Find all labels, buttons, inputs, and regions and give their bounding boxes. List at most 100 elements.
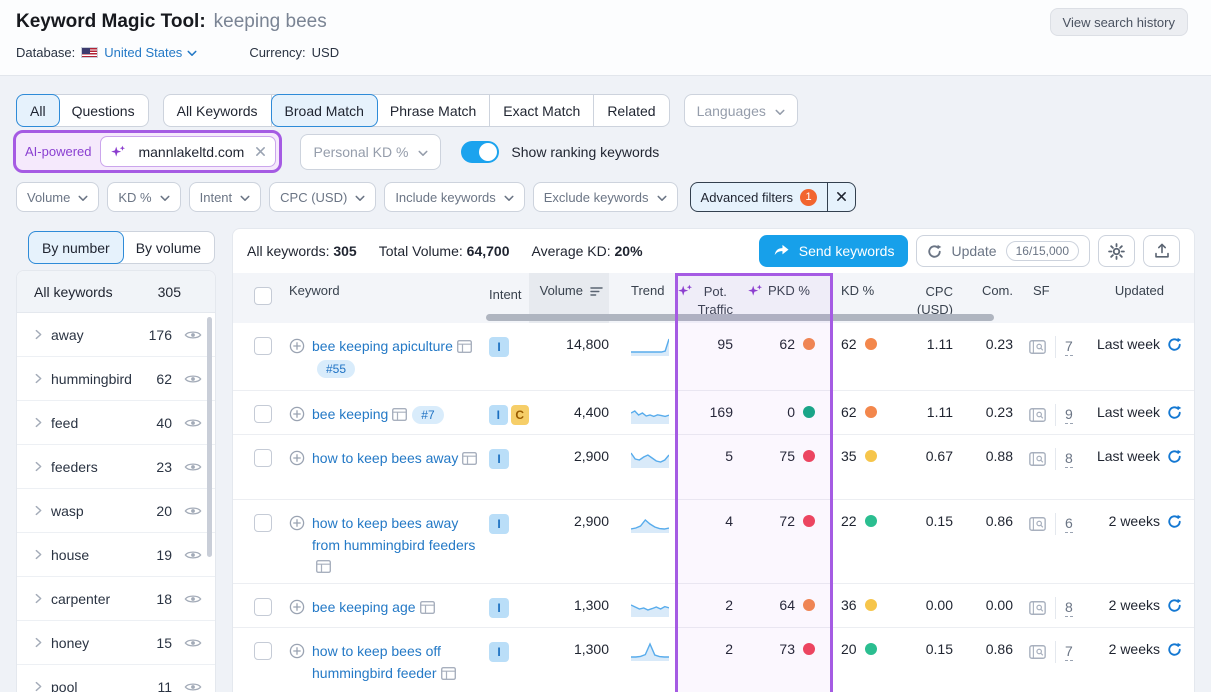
eye-icon[interactable]	[184, 593, 202, 605]
sf-count[interactable]: 6	[1065, 515, 1073, 533]
tab-questions[interactable]: Questions	[59, 95, 148, 126]
refresh-icon[interactable]	[1167, 514, 1182, 529]
horizontal-scrollbar[interactable]	[486, 314, 994, 321]
eye-icon[interactable]	[184, 505, 202, 517]
personal-kd-dropdown[interactable]: Personal KD %	[300, 134, 441, 170]
refresh-icon[interactable]	[1167, 598, 1182, 613]
keyword-link[interactable]: how to keep bees away from hummingbird f…	[312, 515, 475, 553]
row-checkbox[interactable]	[254, 598, 272, 616]
chevron-right-icon[interactable]	[35, 461, 42, 472]
row-checkbox[interactable]	[254, 405, 272, 423]
table-settings-button[interactable]	[1098, 235, 1135, 267]
serp-features-icon[interactable]	[1029, 517, 1046, 531]
advanced-filters-button[interactable]: Advanced filters 1	[691, 183, 829, 211]
sf-count[interactable]: 9	[1065, 406, 1073, 424]
serp-preview-icon[interactable]	[420, 601, 435, 614]
clear-input-icon[interactable]	[255, 146, 266, 157]
column-header-updated[interactable]: Updated	[1091, 273, 1194, 323]
tab-broad-match[interactable]: Broad Match	[271, 94, 378, 127]
serp-preview-icon[interactable]	[462, 452, 477, 465]
sidebar-group-wasp[interactable]: wasp 20	[17, 489, 215, 533]
exclude-keywords-dropdown[interactable]: Exclude keywords	[533, 182, 678, 212]
sidebar-group-away[interactable]: away 176	[17, 313, 215, 357]
sidebar-group-carpenter[interactable]: carpenter 18	[17, 577, 215, 621]
serp-preview-icon[interactable]	[457, 340, 472, 353]
tab-all-keywords[interactable]: All Keywords	[164, 95, 272, 126]
sidebar-group-house[interactable]: house 19	[17, 533, 215, 577]
keyword-link[interactable]: how to keep bees off hummingbird feeder	[312, 643, 441, 681]
refresh-icon[interactable]	[1167, 642, 1182, 657]
serp-preview-icon[interactable]	[392, 408, 407, 421]
row-checkbox[interactable]	[254, 449, 272, 467]
tab-exact-match[interactable]: Exact Match	[490, 95, 594, 126]
sf-count[interactable]: 7	[1065, 338, 1073, 356]
sf-count[interactable]: 8	[1065, 450, 1073, 468]
add-keyword-icon[interactable]	[289, 641, 305, 684]
refresh-icon[interactable]	[1167, 449, 1182, 464]
export-button[interactable]	[1143, 235, 1180, 267]
keyword-link[interactable]: bee keeping age	[312, 599, 416, 615]
sf-count[interactable]: 7	[1065, 643, 1073, 661]
row-checkbox[interactable]	[254, 514, 272, 532]
volume-filter-dropdown[interactable]: Volume	[16, 182, 99, 212]
eye-icon[interactable]	[184, 637, 202, 649]
eye-icon[interactable]	[184, 373, 202, 385]
kd-filter-dropdown[interactable]: KD %	[107, 182, 180, 212]
serp-features-icon[interactable]	[1029, 408, 1046, 422]
sidebar-group-pool[interactable]: pool 11	[17, 665, 215, 692]
update-button[interactable]: Update 16/15,000	[916, 235, 1090, 267]
domain-input-box[interactable]	[100, 136, 276, 167]
keyword-link[interactable]: how to keep bees away	[312, 450, 458, 466]
sidebar-group-feed[interactable]: feed 40	[17, 401, 215, 445]
sort-icon[interactable]	[590, 283, 603, 297]
sidebar-group-feeders[interactable]: feeders 23	[17, 445, 215, 489]
sidebar-scrollbar[interactable]	[207, 317, 212, 557]
add-keyword-icon[interactable]	[289, 404, 305, 426]
add-keyword-icon[interactable]	[289, 597, 305, 619]
sf-count[interactable]: 8	[1065, 599, 1073, 617]
clear-advanced-filters-button[interactable]	[828, 183, 855, 211]
domain-input[interactable]	[138, 144, 248, 160]
eye-icon[interactable]	[184, 461, 202, 473]
row-checkbox[interactable]	[254, 642, 272, 660]
show-ranking-keywords-toggle[interactable]	[461, 141, 499, 163]
tab-by-volume[interactable]: By volume	[123, 232, 214, 263]
serp-features-icon[interactable]	[1029, 645, 1046, 659]
chevron-right-icon[interactable]	[35, 681, 42, 692]
chevron-right-icon[interactable]	[35, 417, 42, 428]
intent-filter-dropdown[interactable]: Intent	[189, 182, 262, 212]
chevron-right-icon[interactable]	[35, 505, 42, 516]
tab-by-number[interactable]: By number	[28, 231, 124, 264]
add-keyword-icon[interactable]	[289, 336, 305, 379]
keyword-link[interactable]: bee keeping	[312, 406, 388, 422]
send-keywords-button[interactable]: Send keywords	[759, 235, 909, 267]
tab-all[interactable]: All	[16, 94, 60, 127]
keyword-link[interactable]: bee keeping apiculture	[312, 338, 453, 354]
serp-features-icon[interactable]	[1029, 340, 1046, 354]
chevron-right-icon[interactable]	[35, 329, 42, 340]
view-search-history-button[interactable]: View search history	[1050, 8, 1188, 36]
tab-related[interactable]: Related	[594, 95, 668, 126]
add-keyword-icon[interactable]	[289, 448, 305, 470]
select-all-checkbox[interactable]	[254, 287, 272, 305]
sidebar-all-keywords-row[interactable]: All keywords 305	[17, 271, 215, 313]
eye-icon[interactable]	[184, 549, 202, 561]
serp-features-icon[interactable]	[1029, 601, 1046, 615]
refresh-icon[interactable]	[1167, 337, 1182, 352]
chevron-right-icon[interactable]	[35, 549, 42, 560]
languages-dropdown[interactable]: Languages	[684, 94, 798, 127]
tab-phrase-match[interactable]: Phrase Match	[377, 95, 490, 126]
database-selector[interactable]: United States	[104, 45, 197, 60]
row-checkbox[interactable]	[254, 337, 272, 355]
serp-preview-icon[interactable]	[441, 667, 456, 680]
eye-icon[interactable]	[184, 417, 202, 429]
chevron-right-icon[interactable]	[35, 637, 42, 648]
refresh-icon[interactable]	[1167, 405, 1182, 420]
sidebar-group-honey[interactable]: honey 15	[17, 621, 215, 665]
chevron-right-icon[interactable]	[35, 373, 42, 384]
sidebar-group-hummingbird[interactable]: hummingbird 62	[17, 357, 215, 401]
serp-features-icon[interactable]	[1029, 452, 1046, 466]
serp-preview-icon[interactable]	[316, 560, 331, 573]
include-keywords-dropdown[interactable]: Include keywords	[384, 182, 524, 212]
add-keyword-icon[interactable]	[289, 513, 305, 578]
